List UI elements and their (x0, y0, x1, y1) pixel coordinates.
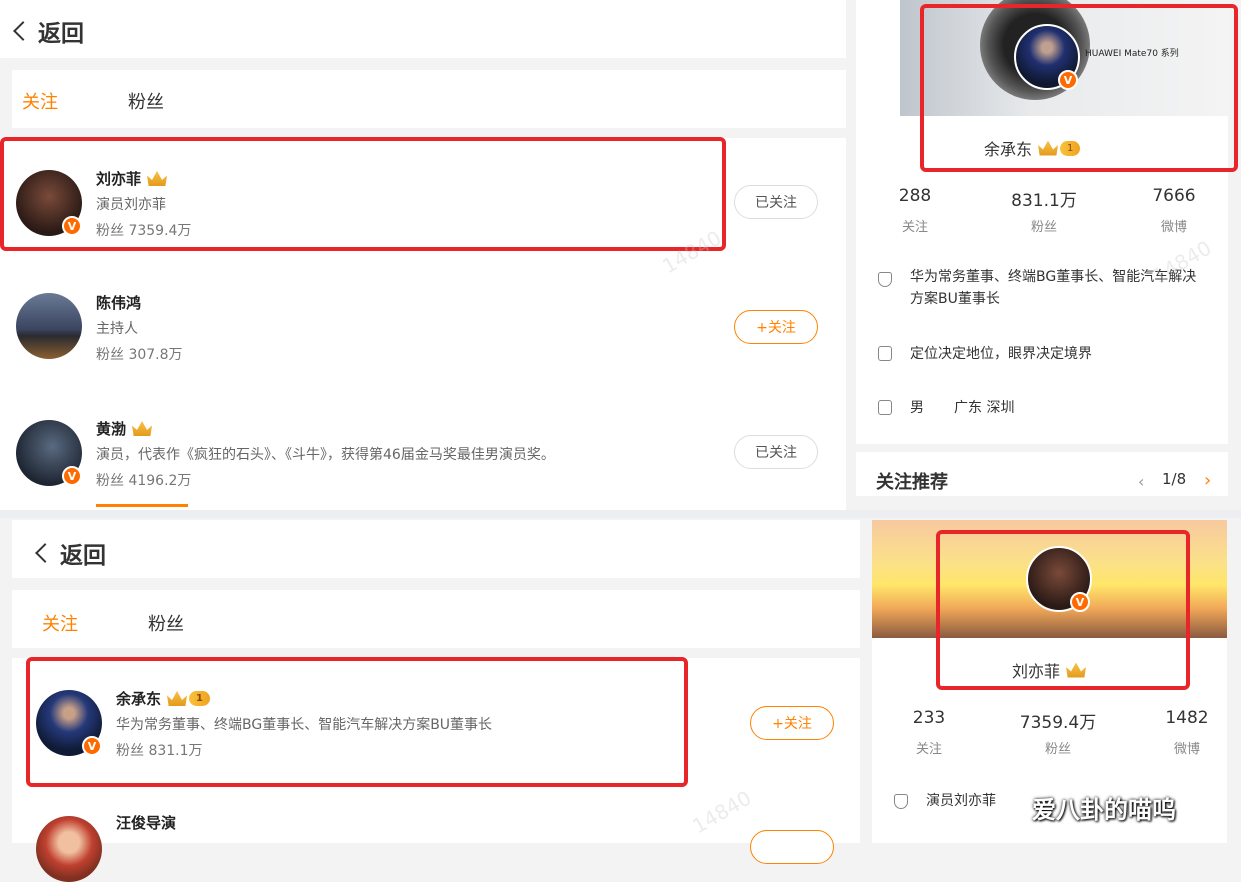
recommend-header: 关注推荐 ‹ 1/8 › (856, 452, 1228, 496)
profile-desc: 演员刘亦菲 (926, 793, 996, 809)
back-button[interactable]: 返回 (10, 14, 84, 48)
verified-shield-icon (878, 272, 892, 287)
highlight-box (0, 137, 726, 251)
recommend-label: 关注推荐 (876, 472, 948, 493)
stat-following-count[interactable]: 233 (879, 708, 979, 728)
back-label: 返回 (38, 21, 84, 47)
chevron-left-icon (35, 543, 55, 563)
followed-button[interactable]: 已关注 (734, 185, 818, 219)
profile-gender: 男 (910, 400, 924, 416)
user-desc: 演员，代表作《疯狂的石头》、《斗牛》，获得第46届金马奖最佳男演员奖。 (96, 447, 555, 463)
user-fans: 粉丝 307.8万 (96, 347, 183, 363)
user-fans: 粉丝 4196.2万 (96, 473, 192, 489)
corner-watermark: 爱八卦的喵呜 (1032, 796, 1176, 824)
follow-button[interactable]: +关注 (734, 310, 818, 344)
tab-fans[interactable]: 粉丝 (148, 610, 184, 636)
highlight-box (920, 4, 1238, 172)
divider (0, 510, 1241, 518)
list-item[interactable]: 陈伟鸿 主持人 粉丝 307.8万 +关注 (0, 268, 846, 378)
tab-following[interactable]: 关注 (22, 88, 58, 114)
back-button[interactable]: 返回 (32, 536, 106, 570)
document-icon (878, 346, 892, 361)
bottom-tabs: 关注 粉丝 (12, 590, 860, 648)
list-item[interactable]: V 黄渤 演员，代表作《疯狂的石头》、《斗牛》，获得第46届金马奖最佳男演员奖。… (0, 390, 846, 508)
stat-following-label: 关注 (901, 220, 928, 235)
tab-fans[interactable]: 粉丝 (128, 88, 164, 114)
stat-fans-label: 粉丝 (1044, 742, 1071, 757)
avatar[interactable] (16, 293, 82, 359)
follow-button[interactable] (750, 830, 834, 864)
user-name[interactable]: 陈伟鸿 (96, 292, 141, 313)
pager-label: 1/8 (1162, 470, 1187, 488)
pager-next-icon[interactable]: › (1204, 470, 1211, 491)
stat-following-count[interactable]: 288 (865, 186, 965, 206)
highlight-box (936, 530, 1190, 690)
stat-posts-count[interactable]: 1482 (1137, 708, 1237, 728)
stat-fans-count[interactable]: 7359.4万 (1008, 708, 1108, 733)
profile-location: 广东 深圳 (954, 400, 1015, 416)
stat-fans-count[interactable]: 831.1万 (994, 186, 1094, 211)
stat-posts-count[interactable]: 7666 (1124, 186, 1224, 206)
profile-motto: 定位决定地位，眼界决定境界 (910, 346, 1092, 362)
avatar[interactable] (36, 816, 102, 882)
top-tabs: 关注 粉丝 (12, 70, 846, 128)
highlight-box (26, 657, 688, 787)
followed-button[interactable]: 已关注 (734, 435, 818, 469)
user-name[interactable]: 汪俊导演 (116, 812, 176, 833)
verified-icon: V (62, 466, 82, 486)
pager-prev-icon[interactable]: ‹ (1138, 472, 1144, 491)
tab-following[interactable]: 关注 (42, 610, 78, 636)
follow-button[interactable]: +关注 (750, 706, 834, 740)
scroll-indicator (96, 504, 188, 507)
stat-following-label: 关注 (915, 742, 942, 757)
stat-fans-label: 粉丝 (1030, 220, 1057, 235)
user-desc: 主持人 (96, 321, 138, 337)
back-label: 返回 (60, 543, 106, 569)
chevron-left-icon (13, 21, 33, 41)
verified-shield-icon (894, 794, 908, 809)
crown-icon (132, 421, 153, 436)
top-header: 返回 (0, 0, 846, 58)
profile-card-icon (878, 400, 892, 415)
bottom-header: 返回 (12, 520, 860, 578)
user-name[interactable]: 黄渤 (96, 418, 153, 439)
stat-posts-label: 微博 (1173, 742, 1200, 757)
stat-posts-label: 微博 (1160, 220, 1187, 235)
profile-title: 华为常务董事、终端BG董事长、智能汽车解决方案BU董事长 (910, 269, 1197, 307)
list-item[interactable]: 汪俊导演 (12, 798, 860, 882)
